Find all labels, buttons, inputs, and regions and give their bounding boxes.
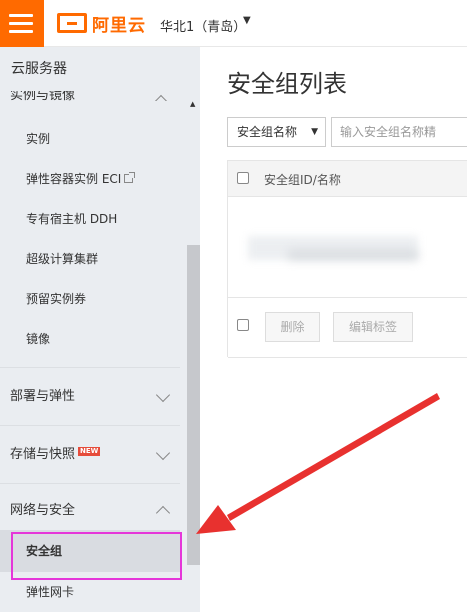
console-window: 阿里云 华北1（青岛） ▼ 云服务器 实例与镜像 实例 弹性容器实例 ECI 专… — [0, 0, 467, 612]
sidebar-title: 云服务器 — [0, 47, 200, 91]
sidebar-item-instances[interactable]: 实例 — [0, 119, 180, 159]
sidebar-group-label: 实例与镜像 — [10, 91, 76, 101]
sidebar-item-reserved-instances[interactable]: 预留实例券 — [0, 279, 180, 319]
sidebar: 云服务器 实例与镜像 实例 弹性容器实例 ECI 专有宿主机 DDH 超级计算集… — [0, 47, 200, 612]
edit-tags-button[interactable]: 编辑标签 — [333, 312, 413, 342]
sidebar-scrollbar-thumb[interactable] — [187, 245, 200, 565]
hamburger-menu-button[interactable] — [0, 0, 44, 47]
region-selector[interactable]: 华北1（青岛） — [160, 16, 246, 35]
chevron-up-icon[interactable] — [153, 94, 169, 101]
table-footer: 删除 编辑标签 — [228, 298, 467, 358]
sidebar-item-eci[interactable]: 弹性容器实例 ECI — [0, 159, 180, 199]
select-all-checkbox[interactable] — [237, 172, 249, 184]
page-title: 安全组列表 — [227, 70, 347, 98]
main-content: 安全组列表 安全组名称 ▼ 输入安全组名称精 安全组ID/名称 删除 编辑标签 — [200, 47, 467, 612]
chevron-down-icon[interactable] — [155, 387, 171, 403]
external-link-icon — [124, 172, 136, 183]
chevron-down-icon[interactable] — [155, 445, 171, 461]
annotation-highlight-box — [11, 532, 182, 580]
search-input[interactable]: 输入安全组名称精 — [331, 117, 467, 147]
scroll-up-arrow-icon[interactable]: ▲ — [190, 100, 195, 108]
caret-down-icon: ▼ — [311, 127, 318, 137]
sidebar-item-ddh[interactable]: 专有宿主机 DDH — [0, 199, 180, 239]
sidebar-item-scc[interactable]: 超级计算集群 — [0, 239, 180, 279]
table-header: 安全组ID/名称 — [228, 161, 467, 197]
security-group-table: 安全组ID/名称 删除 编辑标签 — [227, 160, 467, 358]
logo-text: 阿里云 — [92, 15, 146, 36]
aliyun-logo[interactable]: 阿里云 — [57, 12, 146, 36]
aliyun-logo-icon — [57, 13, 87, 33]
new-badge: NEW — [78, 447, 101, 456]
filter-field-select[interactable]: 安全组名称 ▼ — [227, 117, 326, 147]
top-navigation-bar: 阿里云 华北1（青岛） ▼ — [0, 0, 467, 47]
table-row[interactable] — [228, 198, 467, 298]
sidebar-group-instances-images[interactable]: 实例与镜像 — [0, 91, 180, 101]
delete-button[interactable]: 删除 — [265, 312, 320, 342]
column-header-id-name: 安全组ID/名称 — [264, 173, 341, 187]
sidebar-group-storage[interactable]: 存储与快照 NEW — [0, 426, 180, 483]
caret-down-icon[interactable]: ▼ — [243, 15, 251, 26]
redacted-content — [288, 250, 418, 260]
chevron-up-icon[interactable] — [155, 505, 171, 521]
footer-select-checkbox[interactable] — [237, 319, 249, 331]
sidebar-group-deployment[interactable]: 部署与弹性 — [0, 368, 180, 425]
sidebar-item-images[interactable]: 镜像 — [0, 319, 180, 359]
